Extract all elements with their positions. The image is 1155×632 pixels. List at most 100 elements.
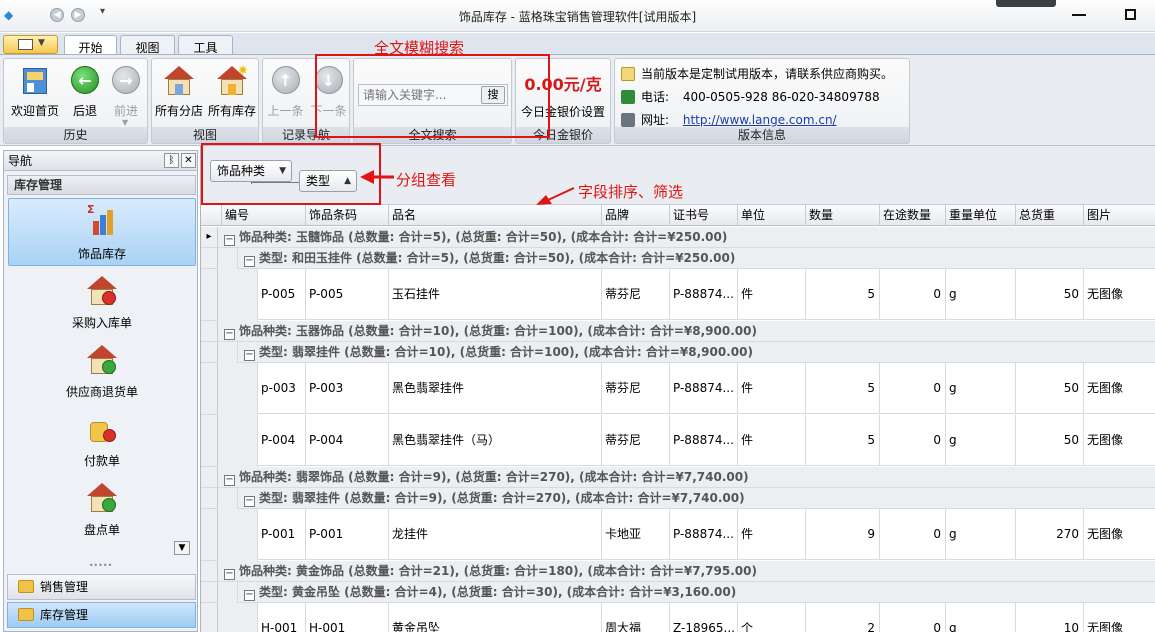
nav-item-payment[interactable]: 付款单 <box>8 406 196 474</box>
table-cell[interactable]: 件 <box>738 269 806 320</box>
row-indicator[interactable] <box>201 363 218 415</box>
table-cell[interactable]: g <box>946 363 1016 414</box>
table-cell[interactable]: 龙挂件 <box>389 509 602 560</box>
table-cell[interactable]: P-005 <box>306 269 389 320</box>
row-indicator[interactable] <box>201 269 218 321</box>
nav-item-supplier-return[interactable]: 供应商退货单 <box>8 337 196 405</box>
close-icon[interactable]: ✕ <box>181 153 196 168</box>
maximize-button[interactable] <box>1125 9 1136 20</box>
nav-item-jewelry-inventory[interactable]: Σ 饰品库存 <box>8 198 196 266</box>
nav-item-purchase-receipt[interactable]: 采购入库单 <box>8 268 196 336</box>
table-row[interactable]: H-001 H-001 黄金吊坠 周大福 Z-18965... 个 2 0 g 10 无图像 <box>258 603 1155 632</box>
table-cell[interactable]: Z-18965... <box>670 603 738 632</box>
website-link[interactable]: http://www.lange.com.cn/ <box>683 113 837 127</box>
collapse-toggle-icon[interactable]: − <box>244 496 255 507</box>
table-row[interactable]: P-001 P-001 龙挂件 卡地亚 P-88874... 件 9 0 g 270 无图像 <box>258 509 1155 560</box>
row-indicator[interactable] <box>201 509 218 561</box>
table-cell[interactable]: P-004 <box>258 415 306 466</box>
nav-category-sales[interactable]: 销售管理 <box>7 574 196 600</box>
table-cell[interactable]: P-004 <box>306 415 389 466</box>
table-cell[interactable]: 无图像 <box>1084 603 1155 632</box>
forward-button[interactable]: → 前进 ▼ <box>105 62 147 127</box>
table-cell[interactable]: H-001 <box>258 603 306 632</box>
nav-category-inventory[interactable]: 库存管理 <box>7 602 196 628</box>
collapse-toggle-icon[interactable]: − <box>244 350 255 361</box>
table-row[interactable]: p-003 P-003 黑色翡翠挂件 蒂芬尼 P-88874... 件 5 0 g 50 无图像 <box>258 363 1155 414</box>
group-row-type[interactable]: − 类型: 翡翠挂件 (总数量: 合计=9), (总货重: 合计=270), (成… <box>218 488 1155 509</box>
table-cell[interactable]: 5 <box>806 363 880 414</box>
collapse-toggle-icon[interactable]: − <box>224 235 235 246</box>
row-indicator[interactable] <box>201 488 218 509</box>
table-cell[interactable]: P-88874... <box>670 509 738 560</box>
table-cell[interactable]: P-005 <box>258 269 306 320</box>
table-cell[interactable]: 件 <box>738 363 806 414</box>
group-row-category[interactable]: − 饰品种类: 黄金饰品 (总数量: 合计=21), (总货重: 合计=180),… <box>218 561 1155 582</box>
table-cell[interactable]: P-003 <box>306 363 389 414</box>
column-header[interactable]: 总货重 <box>1016 205 1084 226</box>
row-indicator[interactable] <box>201 342 218 363</box>
nav-scroll-down-button[interactable]: ▼ <box>174 541 190 555</box>
column-header[interactable]: 编号 <box>222 205 306 226</box>
collapse-toggle-icon[interactable]: − <box>224 329 235 340</box>
table-cell[interactable]: P-88874... <box>670 269 738 320</box>
row-indicator[interactable] <box>201 248 218 269</box>
minimize-button[interactable] <box>1072 2 1086 16</box>
table-cell[interactable]: 黑色翡翠挂件 <box>389 363 602 414</box>
table-cell[interactable]: 周大福 <box>602 603 670 632</box>
table-cell[interactable]: 蒂芬尼 <box>602 363 670 414</box>
collapse-toggle-icon[interactable]: − <box>224 475 235 486</box>
table-cell[interactable]: 2 <box>806 603 880 632</box>
column-header[interactable]: 图片 <box>1084 205 1155 226</box>
table-cell[interactable]: 50 <box>1016 269 1084 320</box>
collapse-toggle-icon[interactable]: − <box>244 256 255 267</box>
tab-tools[interactable]: 工具 <box>178 35 233 55</box>
group-row-category[interactable]: − 饰品种类: 玉器饰品 (总数量: 合计=10), (总货重: 合计=100),… <box>218 321 1155 342</box>
table-cell[interactable]: 0 <box>880 415 946 466</box>
table-cell[interactable]: 5 <box>806 269 880 320</box>
table-cell[interactable]: g <box>946 509 1016 560</box>
nav-item-stocktake[interactable]: 盘点单 <box>8 475 196 543</box>
splitter-grip[interactable]: ••••• <box>4 562 197 571</box>
table-cell[interactable]: 270 <box>1016 509 1084 560</box>
collapse-toggle-icon[interactable]: − <box>244 590 255 601</box>
table-cell[interactable]: 黑色翡翠挂件（马） <box>389 415 602 466</box>
table-cell[interactable]: 蒂芬尼 <box>602 269 670 320</box>
table-cell[interactable]: P-001 <box>258 509 306 560</box>
table-cell[interactable]: 个 <box>738 603 806 632</box>
table-cell[interactable]: H-001 <box>306 603 389 632</box>
table-cell[interactable]: 0 <box>880 509 946 560</box>
app-menu-button[interactable]: ▼ <box>3 35 58 54</box>
table-cell[interactable]: 玉石挂件 <box>389 269 602 320</box>
table-row[interactable]: P-004 P-004 黑色翡翠挂件（马） 蒂芬尼 P-88874... 件 5 0 g 50 无图… <box>258 415 1155 466</box>
column-header[interactable]: 品牌 <box>602 205 670 226</box>
table-cell[interactable]: P-88874... <box>670 363 738 414</box>
row-indicator[interactable] <box>201 603 218 632</box>
table-cell[interactable]: 卡地亚 <box>602 509 670 560</box>
all-inventory-button[interactable]: ✷ 所有库存 <box>205 62 259 124</box>
table-cell[interactable]: P-001 <box>306 509 389 560</box>
column-header[interactable]: 重量单位 <box>946 205 1016 226</box>
row-indicator[interactable] <box>201 561 218 582</box>
column-header[interactable]: 证书号 <box>670 205 738 226</box>
table-cell[interactable]: 0 <box>880 363 946 414</box>
table-row[interactable]: P-005 P-005 玉石挂件 蒂芬尼 P-88874... 件 5 0 g 50 无图像 <box>258 269 1155 320</box>
table-cell[interactable]: 10 <box>1016 603 1084 632</box>
table-cell[interactable]: g <box>946 269 1016 320</box>
table-cell[interactable]: 无图像 <box>1084 509 1155 560</box>
table-cell[interactable]: 50 <box>1016 363 1084 414</box>
table-cell[interactable]: 5 <box>806 415 880 466</box>
group-row-type[interactable]: − 类型: 翡翠挂件 (总数量: 合计=10), (总货重: 合计=100), (… <box>218 342 1155 363</box>
table-cell[interactable]: 0 <box>880 603 946 632</box>
welcome-home-button[interactable]: 欢迎首页 <box>6 62 64 124</box>
column-header[interactable]: 单位 <box>738 205 806 226</box>
table-cell[interactable]: 9 <box>806 509 880 560</box>
table-cell[interactable]: 件 <box>738 509 806 560</box>
collapse-toggle-icon[interactable]: − <box>224 569 235 580</box>
previous-record-button[interactable]: ↑ 上一条 <box>264 62 307 124</box>
group-row-category[interactable]: − 饰品种类: 玉髓饰品 (总数量: 合计=5), (总货重: 合计=50), (… <box>218 227 1155 248</box>
table-cell[interactable]: 0 <box>880 269 946 320</box>
table-cell[interactable]: g <box>946 603 1016 632</box>
row-indicator[interactable] <box>201 467 218 488</box>
table-cell[interactable]: p-003 <box>258 363 306 414</box>
table-cell[interactable]: 无图像 <box>1084 363 1155 414</box>
